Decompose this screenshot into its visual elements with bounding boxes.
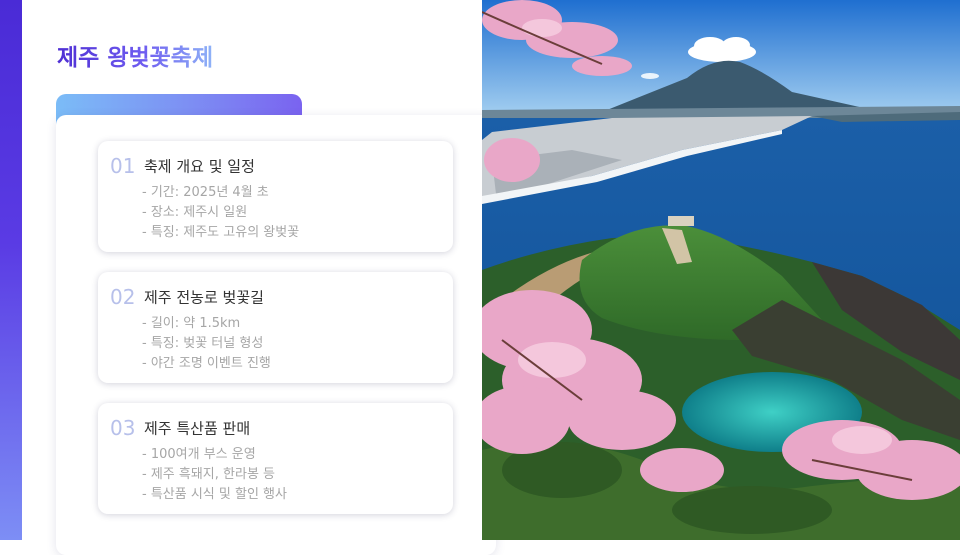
section-item-list: - 100여개 부스 운영 - 제주 흑돼지, 한라봉 등 - 특산품 시식 및… — [142, 445, 287, 505]
section-card-blossom-road: 02 제주 전농로 벚꽃길 - 길이: 약 1.5km - 특징: 벚꽃 터널 형… — [98, 272, 453, 383]
section-title: 축제 개요 및 일정 — [144, 157, 255, 176]
section-title: 제주 전농로 벚꽃길 — [144, 288, 264, 307]
section-card-overview: 01 축제 개요 및 일정 - 기간: 2025년 4월 초 - 장소: 제주시 … — [98, 141, 453, 252]
list-item: - 제주 흑돼지, 한라봉 등 — [142, 467, 275, 482]
left-accent-bar — [0, 0, 22, 540]
list-item: - 야간 조명 이벤트 진행 — [142, 356, 271, 371]
list-item: - 장소: 제주시 일원 — [142, 205, 248, 220]
section-number: 03 — [110, 416, 136, 440]
section-number: 01 — [110, 154, 136, 178]
section-number: 02 — [110, 285, 136, 309]
section-item-list: - 기간: 2025년 4월 초 - 장소: 제주시 일원 - 특징: 제주도 … — [142, 183, 299, 243]
list-item: - 길이: 약 1.5km — [142, 316, 241, 331]
section-card-specialty: 03 제주 특산품 판매 - 100여개 부스 운영 - 제주 흑돼지, 한라봉 … — [98, 403, 453, 514]
list-item: - 특징: 제주도 고유의 왕벚꽃 — [142, 225, 300, 240]
page-title: 제주 왕벚꽃축제 — [57, 38, 213, 72]
list-item: - 기간: 2025년 4월 초 — [142, 185, 269, 200]
jeju-landscape-photo — [482, 0, 960, 540]
section-title: 제주 특산품 판매 — [144, 419, 251, 438]
section-item-list: - 길이: 약 1.5km - 특징: 벚꽃 터널 형성 - 야간 조명 이벤트… — [142, 314, 271, 374]
list-item: - 특산품 시식 및 할인 행사 — [142, 487, 287, 502]
list-item: - 100여개 부스 운영 — [142, 447, 256, 462]
list-item: - 특징: 벚꽃 터널 형성 — [142, 336, 264, 351]
